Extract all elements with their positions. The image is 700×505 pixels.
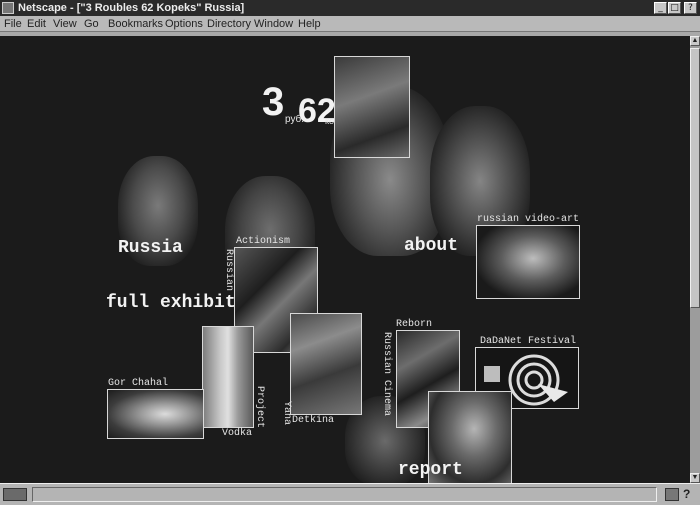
label-vodka: Vodka [222,428,253,439]
vertical-scrollbar[interactable]: ▲ ▼ [690,36,700,483]
label-russian-side: Russian [223,249,234,292]
mail-icon[interactable] [665,488,679,501]
tile-yana-detkina[interactable] [290,313,362,415]
menu-file[interactable]: File [4,16,22,32]
help-icon[interactable]: ? [683,487,690,501]
label-reborn: Reborn [396,319,433,330]
scroll-down-icon[interactable]: ▼ [690,473,700,483]
menu-go[interactable]: Go [84,16,99,32]
menu-help[interactable]: Help [298,16,321,32]
netscape-window: Netscape - ["3 Roubles 62 Kopeks" Russia… [0,0,700,505]
label-actionism: Actionism [236,236,291,247]
menu-options[interactable]: Options [165,16,203,32]
label-yana: Yana [281,401,292,426]
tile-russian-video-art[interactable] [476,225,580,299]
label-detkina: Detkina [292,415,335,426]
menu-bar: File Edit View Go Bookmarks Options Dire… [0,16,700,32]
close-button[interactable]: ? [684,2,697,14]
netscape-app-icon[interactable] [2,2,14,14]
security-key-icon[interactable] [3,488,27,501]
menu-window[interactable]: Window [254,16,293,32]
label-russian-video-art: russian video-art [477,214,580,225]
page-content: 3 руб. 62 коп. Russia about full exhibit… [0,36,690,483]
status-field [32,487,657,502]
menu-bookmarks[interactable]: Bookmarks [108,16,163,32]
link-report[interactable]: report [398,460,463,480]
link-about[interactable]: about [404,236,458,256]
tile-gor-chahal[interactable] [107,389,204,439]
link-russia[interactable]: Russia [118,238,183,258]
label-dadanet-festival: DaDaNet Festival [480,336,577,347]
scroll-thumb[interactable] [690,48,700,308]
label-gor-chahal: Gor Chahal [108,378,169,389]
logo-roubles: 3 [262,80,285,124]
window-title: Netscape - ["3 Roubles 62 Kopeks" Russia… [18,2,245,14]
menu-view[interactable]: View [53,16,77,32]
tile-vodka-bottle[interactable] [202,326,254,428]
maximize-button[interactable]: □ [668,2,681,14]
status-bar: ? [0,483,700,505]
minimize-button[interactable]: _ [654,2,667,14]
title-bar: Netscape - ["3 Roubles 62 Kopeks" Russia… [0,0,700,16]
label-russian-cinema: Russian Cinema [381,332,392,417]
logo-soldier-image[interactable] [334,56,410,158]
label-project: Project [254,386,265,429]
menu-edit[interactable]: Edit [27,16,46,32]
menu-directory[interactable]: Directory [207,16,251,32]
scroll-up-icon[interactable]: ▲ [690,36,700,46]
